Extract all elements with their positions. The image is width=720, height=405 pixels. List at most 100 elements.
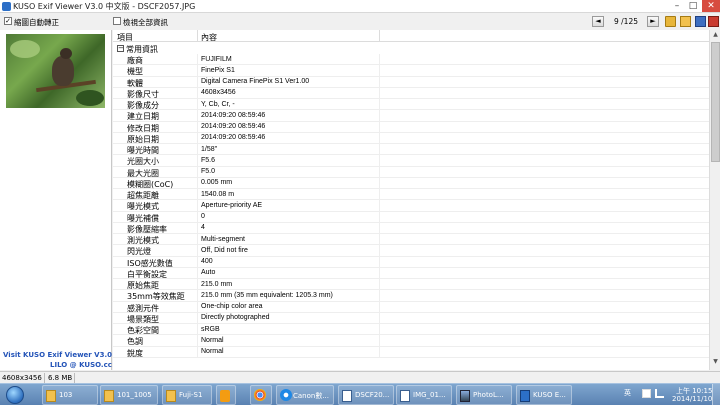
row-value: Normal bbox=[201, 348, 224, 355]
taskbar-item[interactable]: PhotoL... bbox=[456, 385, 512, 405]
taskbar-item[interactable]: 103 bbox=[42, 385, 98, 405]
table-row[interactable]: 影像尺寸 4608x3456 bbox=[113, 87, 709, 99]
next-image-button[interactable]: ► bbox=[647, 16, 659, 27]
row-key: 銳度 bbox=[127, 348, 143, 358]
table-row[interactable]: 最大光圈 F5.0 bbox=[113, 166, 709, 178]
scroll-down-arrow[interactable]: ▼ bbox=[711, 358, 720, 367]
show-desktop-button[interactable] bbox=[712, 384, 720, 405]
window-title: KUSO Exif Viewer V3.0 中文版 - DSCF2057.JPG bbox=[13, 2, 196, 11]
table-row[interactable]: 超焦距離 1540.08 m bbox=[113, 189, 709, 201]
table-row[interactable]: 曝光補償 0 bbox=[113, 211, 709, 223]
show-all-label[interactable]: 檢視全部資訊 bbox=[123, 17, 168, 28]
input-language-indicator[interactable]: 英 bbox=[624, 388, 638, 400]
row-value: Multi-segment bbox=[201, 235, 245, 243]
taskbar-item-label: Canon數... bbox=[293, 392, 330, 400]
window-icon bbox=[400, 390, 410, 402]
row-value: Off, Did not fire bbox=[201, 246, 248, 254]
table-row[interactable]: 測光模式 Multi-segment bbox=[113, 234, 709, 246]
maximize-button[interactable]: □ bbox=[686, 0, 700, 12]
window-icon bbox=[342, 390, 352, 402]
ie-icon bbox=[280, 389, 292, 401]
network-icon[interactable] bbox=[655, 389, 664, 398]
vertical-scrollbar[interactable]: ▲ ▼ bbox=[709, 30, 720, 370]
taskbar-item-label: DSCF20... bbox=[355, 391, 390, 399]
table-row[interactable]: 廠商 FUJIFILM bbox=[113, 54, 709, 66]
show-all-checkbox[interactable] bbox=[113, 17, 121, 25]
table-row[interactable]: 色彩空間 sRGB bbox=[113, 324, 709, 336]
action-center-icon[interactable] bbox=[642, 389, 651, 398]
column-header-item[interactable]: 項目 bbox=[117, 32, 133, 43]
table-row[interactable]: 建立日期 2014:09:20 08:59:46 bbox=[113, 110, 709, 122]
image-thumbnail[interactable] bbox=[6, 34, 105, 108]
table-row[interactable]: 影像壓縮率 4 bbox=[113, 222, 709, 234]
folder-icon[interactable] bbox=[680, 16, 691, 27]
row-value: 0 bbox=[201, 213, 205, 220]
exif-table: 項目 內容 − 常用資訊 廠商 FUJIFILM 機型 FinePix S1 軟體 Dig… bbox=[113, 30, 709, 370]
taskbar-item-label: IMG_01... bbox=[413, 391, 446, 399]
table-row[interactable]: 原始日期 2014:09:20 08:59:46 bbox=[113, 132, 709, 144]
table-row[interactable]: ISO感光數值 400 bbox=[113, 256, 709, 268]
collapse-icon[interactable]: − bbox=[117, 45, 124, 52]
taskbar-item[interactable]: IMG_01... bbox=[396, 385, 452, 405]
taskbar-item[interactable] bbox=[250, 385, 272, 405]
taskbar-item[interactable]: Canon數... bbox=[276, 385, 334, 405]
table-row[interactable]: 曝光時間 1/58" bbox=[113, 144, 709, 156]
status-bar: 4608x3456 6.8 MB bbox=[0, 371, 720, 383]
taskbar-item[interactable]: 101_1005 bbox=[100, 385, 158, 405]
row-value: 4608x3456 bbox=[201, 89, 236, 97]
column-header-content[interactable]: 內容 bbox=[201, 32, 217, 43]
row-value: 215.0 mm bbox=[201, 280, 233, 288]
folder-icon bbox=[104, 390, 114, 402]
table-row[interactable]: 閃光燈 Off, Did not fire bbox=[113, 245, 709, 257]
table-row[interactable]: 模糊圈(CoC) 0.005 mm bbox=[113, 177, 709, 189]
row-value: sRGB bbox=[201, 325, 220, 333]
table-row[interactable]: 曝光模式 Aperture-priority AE bbox=[113, 200, 709, 212]
scroll-thumb[interactable] bbox=[711, 42, 720, 162]
photo-icon bbox=[460, 390, 470, 402]
exit-icon[interactable] bbox=[708, 16, 719, 27]
table-row[interactable]: 色調 Normal bbox=[113, 335, 709, 347]
table-row[interactable]: 修改日期 2014:09:20 08:59:46 bbox=[113, 121, 709, 133]
scroll-up-arrow[interactable]: ▲ bbox=[711, 31, 720, 40]
taskbar-item-label: KUSO E... bbox=[533, 391, 566, 399]
table-row[interactable]: 銳度 Normal bbox=[113, 346, 709, 358]
open-folder-icon[interactable] bbox=[665, 16, 676, 27]
folder-icon bbox=[166, 390, 176, 402]
row-value: 4 bbox=[201, 224, 205, 232]
table-row[interactable]: 感測元件 One-chip color area bbox=[113, 301, 709, 313]
taskbar-item[interactable]: KUSO E... bbox=[516, 385, 572, 405]
row-value: 215.0 mm (35 mm equivalent: 1205.3 mm) bbox=[201, 291, 333, 299]
image-counter: 9 /125 bbox=[614, 17, 638, 26]
auto-rotate-checkbox[interactable]: ✓ bbox=[4, 17, 12, 25]
clock-date[interactable]: 2014/11/10 bbox=[672, 395, 712, 403]
close-button[interactable]: ✕ bbox=[702, 0, 720, 12]
taskbar-item[interactable]: DSCF20... bbox=[338, 385, 394, 405]
table-row[interactable]: 機型 FinePix S1 bbox=[113, 65, 709, 77]
taskbar-item[interactable] bbox=[216, 385, 236, 405]
folder-icon bbox=[46, 390, 56, 402]
save-icon[interactable] bbox=[695, 16, 706, 27]
row-value: Aperture-priority AE bbox=[201, 201, 263, 209]
row-value: Directly photographed bbox=[201, 314, 270, 322]
row-value: Normal bbox=[201, 336, 224, 344]
taskbar-item[interactable]: Fuji-S1 bbox=[162, 385, 212, 405]
row-value: 2014:09:20 08:59:46 bbox=[201, 134, 266, 142]
site-link[interactable]: Visit KUSO Exif Viewer V3.0 Site bbox=[3, 351, 130, 359]
taskbar: 103 101_1005 Fuji-S1 Canon數... DSCF20... IMG_… bbox=[0, 383, 720, 405]
start-button[interactable] bbox=[6, 386, 24, 404]
row-value: One-chip color area bbox=[201, 303, 263, 310]
table-row[interactable]: 軟體 Digital Camera FinePix S1 Ver1.00 bbox=[113, 76, 709, 88]
group-row[interactable]: − 常用資訊 bbox=[113, 43, 709, 54]
previous-image-button[interactable]: ◄ bbox=[592, 16, 604, 27]
table-row[interactable]: 光圈大小 F5.6 bbox=[113, 155, 709, 167]
table-header: 項目 內容 bbox=[113, 30, 709, 42]
table-row[interactable]: 原始焦距 215.0 mm bbox=[113, 279, 709, 291]
table-row[interactable]: 35mm等效焦距 215.0 mm (35 mm equivalent: 1205… bbox=[113, 290, 709, 302]
minimize-button[interactable]: – bbox=[670, 0, 684, 12]
table-row[interactable]: 影像成分 Y, Cb, Cr, - bbox=[113, 99, 709, 111]
row-value: 1/58" bbox=[201, 145, 218, 153]
auto-rotate-label[interactable]: 縮圖自動轉正 bbox=[14, 17, 59, 28]
table-row[interactable]: 白平衡設定 Auto bbox=[113, 267, 709, 279]
row-value: 0.005 mm bbox=[201, 179, 233, 187]
table-row[interactable]: 場景類型 Directly photographed bbox=[113, 312, 709, 324]
